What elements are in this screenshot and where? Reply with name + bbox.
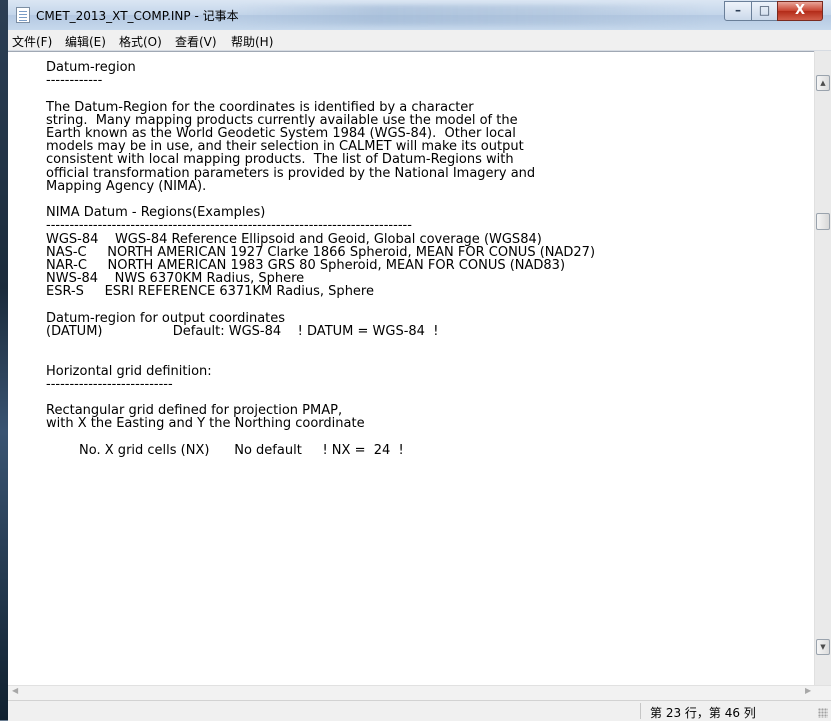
notepad-window: CMET_2013_XT_COMP.INP - 记事本 – □ X 文件(F) … bbox=[8, 0, 831, 721]
scroll-down-icon[interactable]: ▼ bbox=[816, 639, 830, 655]
menu-bar: 文件(F) 编辑(E) 格式(O) 查看(V) 帮助(H) bbox=[8, 30, 831, 51]
close-button[interactable]: X bbox=[777, 1, 823, 21]
status-bar: 第 23 行，第 46 列 bbox=[8, 700, 831, 721]
horizontal-scrollbar[interactable]: ◀ ▶ bbox=[8, 685, 831, 701]
maximize-button[interactable]: □ bbox=[751, 1, 778, 21]
window-title: CMET_2013_XT_COMP.INP - 记事本 bbox=[36, 9, 239, 23]
blurred-background-titles bbox=[238, 5, 708, 25]
status-divider bbox=[640, 703, 641, 719]
scroll-up-icon[interactable]: ▲ bbox=[816, 75, 830, 91]
cursor-position: 第 23 行，第 46 列 bbox=[650, 706, 756, 720]
notepad-icon[interactable] bbox=[16, 7, 30, 23]
maximize-icon: □ bbox=[758, 3, 771, 17]
scroll-right-icon[interactable]: ▶ bbox=[805, 686, 811, 695]
minimize-button[interactable]: – bbox=[724, 1, 752, 21]
menu-format[interactable]: 格式(O) bbox=[119, 33, 162, 50]
resize-grip-icon[interactable] bbox=[818, 708, 828, 718]
close-icon: X bbox=[794, 3, 806, 18]
document-text[interactable]: Datum-region ------------ The Datum-Regi… bbox=[46, 61, 595, 457]
menu-help[interactable]: 帮助(H) bbox=[231, 33, 273, 50]
vertical-scrollbar[interactable]: ▲ ▼ bbox=[814, 51, 831, 685]
scroll-thumb[interactable] bbox=[816, 213, 830, 230]
menu-file[interactable]: 文件(F) bbox=[12, 33, 52, 50]
menu-edit[interactable]: 编辑(E) bbox=[65, 33, 106, 50]
text-editor[interactable]: Datum-region ------------ The Datum-Regi… bbox=[8, 51, 814, 686]
scroll-left-icon[interactable]: ◀ bbox=[12, 686, 18, 695]
menu-view[interactable]: 查看(V) bbox=[175, 33, 217, 50]
title-bar[interactable]: CMET_2013_XT_COMP.INP - 记事本 – □ X bbox=[8, 0, 831, 30]
desktop-edge bbox=[0, 0, 8, 720]
minimize-icon: – bbox=[735, 3, 741, 17]
